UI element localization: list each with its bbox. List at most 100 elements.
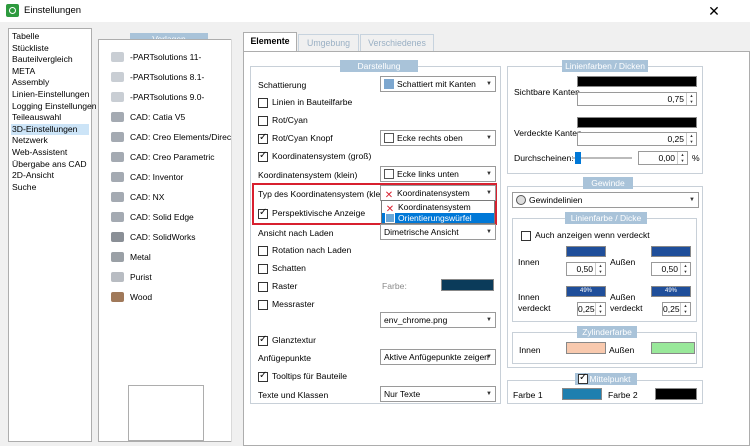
gewinde-linienfarbe-title: Linienfarbe / Dicke xyxy=(565,212,647,224)
nav-item[interactable]: Assembly xyxy=(11,77,89,89)
nav-item[interactable]: Web-Assistent xyxy=(11,147,89,159)
auch-anzeigen-checkbox[interactable] xyxy=(521,231,531,241)
nav-item[interactable]: Suche xyxy=(11,182,89,194)
template-item[interactable]: CAD: Creo Elements/Direct M xyxy=(99,127,232,147)
chevron-down-icon: ▼ xyxy=(486,190,492,196)
zylinder-aussen-color-swatch[interactable] xyxy=(651,342,695,354)
durchscheinen-label: Durchscheinen: xyxy=(514,153,574,163)
spinner-arrows-icon[interactable]: ▲ ▼ xyxy=(595,303,605,315)
spinner-arrows-icon[interactable]: ▲ ▼ xyxy=(595,263,605,275)
nav-item-selected[interactable]: 3D-Einstellungen xyxy=(11,123,89,136)
rot-cyan-label: Rot/Cyan xyxy=(272,115,308,125)
rot-cyan-knopf-checkbox[interactable] xyxy=(258,132,268,144)
aussen-verdeckt-spinner[interactable]: 0,25 ▲ ▼ xyxy=(662,302,691,316)
template-item[interactable]: -PARTsolutions 9.0- xyxy=(99,87,232,107)
perspektivisch-checkbox[interactable] xyxy=(258,207,268,219)
window-title: Einstellungen xyxy=(24,5,82,16)
tab-verschiedenes[interactable]: Verschiedenes xyxy=(360,34,434,51)
template-item[interactable]: Wood xyxy=(99,287,232,307)
spinner-arrows-icon[interactable]: ▲ ▼ xyxy=(677,152,687,164)
spinner-arrows-icon[interactable]: ▲ ▼ xyxy=(686,93,696,105)
settings-nav-list: Tabelle Stückliste Bauteilvergleich META… xyxy=(8,28,97,442)
aussen-verdeckt-color-swatch[interactable]: 49% xyxy=(651,286,691,297)
spinner-arrows-icon[interactable]: ▲ ▼ xyxy=(686,133,696,145)
nav-item[interactable]: 2D-Ansicht xyxy=(11,170,89,182)
verdeckte-thickness-spinner[interactable]: 0,25 ▲ ▼ xyxy=(577,132,697,146)
chevron-down-icon: ▼ xyxy=(486,171,492,177)
raster-color-swatch[interactable] xyxy=(441,279,494,291)
verdeckte-color-swatch[interactable] xyxy=(577,117,697,128)
raster-checkbox[interactable] xyxy=(258,282,268,292)
innen-label: Innen xyxy=(518,257,540,267)
template-item[interactable]: CAD: Inventor xyxy=(99,167,232,187)
dropdown-option-orientierungswuerfel[interactable]: Orientierungswürfel xyxy=(382,213,494,223)
innen-color-swatch[interactable] xyxy=(566,246,606,257)
zylinder-innen-color-swatch[interactable] xyxy=(566,342,606,354)
tooltips-checkbox[interactable] xyxy=(258,370,268,382)
durchscheinen-slider-track[interactable] xyxy=(572,157,632,159)
template-thumbnail-icon xyxy=(111,272,124,282)
template-item[interactable]: -PARTsolutions 11- xyxy=(99,47,232,67)
aussen-color-swatch[interactable] xyxy=(651,246,691,257)
durchscheinen-slider-thumb[interactable] xyxy=(575,152,581,164)
nav-item[interactable]: META xyxy=(11,66,89,78)
schattierung-select[interactable]: Schattiert mit Kanten ▼ xyxy=(380,76,496,92)
ansicht-nach-laden-label: Ansicht nach Laden xyxy=(258,228,334,238)
typ-koord-select[interactable]: ✕ Koordinatensystem ▼ xyxy=(380,185,496,201)
chevron-down-icon: ▼ xyxy=(689,197,695,203)
anfuegepunkte-select[interactable]: Aktive Anfügepunkte zeigen ▼ xyxy=(380,349,496,365)
spinner-arrows-icon[interactable]: ▲ ▼ xyxy=(680,263,690,275)
template-item[interactable]: CAD: NX xyxy=(99,187,232,207)
schatten-checkbox[interactable] xyxy=(258,264,268,274)
dropdown-option-koordinatensystem[interactable]: ✕ Koordinatensystem xyxy=(382,202,494,215)
koord-klein-select[interactable]: Ecke links unten ▼ xyxy=(380,166,496,182)
template-item[interactable]: CAD: Solid Edge xyxy=(99,207,232,227)
mittelpunkt-farbe1-swatch[interactable] xyxy=(562,388,602,400)
durchscheinen-spinner[interactable]: 0,00 ▲ ▼ xyxy=(638,151,688,165)
environment-select[interactable]: env_chrome.png ▼ xyxy=(380,312,496,328)
innen-thickness-spinner[interactable]: 0,50 ▲ ▼ xyxy=(566,262,606,276)
nav-item[interactable]: Teileauswahl xyxy=(11,112,89,124)
texte-klassen-select[interactable]: Nur Texte ▼ xyxy=(380,386,496,402)
rot-cyan-knopf-select[interactable]: Ecke rechts oben ▼ xyxy=(380,130,496,146)
typ-koord-label: Typ des Koordinatensystem (klein) xyxy=(258,189,390,199)
nav-item[interactable]: Netzwerk xyxy=(11,135,89,147)
nav-item[interactable]: Bauteilvergleich xyxy=(11,54,89,66)
gewinde-select[interactable]: Gewindelinien ▼ xyxy=(512,192,699,208)
template-item[interactable]: CAD: Creo Parametric xyxy=(99,147,232,167)
anfuegepunkte-label: Anfügepunkte xyxy=(258,353,312,363)
sichtbare-label: Sichtbare Kanten xyxy=(514,87,580,97)
template-item[interactable]: Purist xyxy=(99,267,232,287)
vertical-scrollbar[interactable] xyxy=(231,39,241,442)
template-thumbnail-icon xyxy=(111,132,124,142)
messraster-checkbox[interactable] xyxy=(258,300,268,310)
nav-item[interactable]: Übergabe ans CAD xyxy=(11,159,89,171)
typ-koord-dropdown: ✕ Koordinatensystem Orientierungswürfel xyxy=(381,200,495,224)
innen-verdeckt-spinner[interactable]: 0,25 ▲ ▼ xyxy=(577,302,606,316)
template-item[interactable]: -PARTsolutions 8.1- xyxy=(99,67,232,87)
koord-gross-checkbox[interactable] xyxy=(258,150,268,162)
close-icon[interactable]: ✕ xyxy=(700,0,728,22)
glanztextur-checkbox[interactable] xyxy=(258,334,268,346)
tab-umgebung[interactable]: Umgebung xyxy=(298,34,359,51)
rotation-checkbox[interactable] xyxy=(258,246,268,256)
nav-item[interactable]: Stückliste xyxy=(11,43,89,55)
nav-item[interactable]: Tabelle xyxy=(11,31,89,43)
nav-item[interactable]: Linien-Einstellungen xyxy=(11,89,89,101)
sichtbare-thickness-spinner[interactable]: 0,75 ▲ ▼ xyxy=(577,92,697,106)
linien-bauteilfarbe-checkbox[interactable] xyxy=(258,98,268,108)
rot-cyan-checkbox[interactable] xyxy=(258,116,268,126)
template-item[interactable]: CAD: SolidWorks xyxy=(99,227,232,247)
template-item[interactable]: CAD: Catia V5 xyxy=(99,107,232,127)
template-item[interactable]: Metal xyxy=(99,247,232,267)
tab-elemente[interactable]: Elemente xyxy=(243,32,297,52)
mittelpunkt-farbe2-swatch[interactable] xyxy=(655,388,697,400)
ansicht-nach-laden-select[interactable]: Dimetrische Ansicht ▼ xyxy=(380,224,496,240)
spinner-arrows-icon[interactable]: ▲ ▼ xyxy=(680,303,690,315)
sichtbare-color-swatch[interactable] xyxy=(577,76,697,87)
koord-klein-label: Koordinatensystem (klein) xyxy=(258,170,358,180)
innen-verdeckt-color-swatch[interactable]: 49% xyxy=(566,286,606,297)
aussen-thickness-spinner[interactable]: 0,50 ▲ ▼ xyxy=(651,262,691,276)
nav-item[interactable]: Logging Einstellungen xyxy=(11,101,97,113)
mittelpunkt-checkbox[interactable] xyxy=(578,372,588,384)
